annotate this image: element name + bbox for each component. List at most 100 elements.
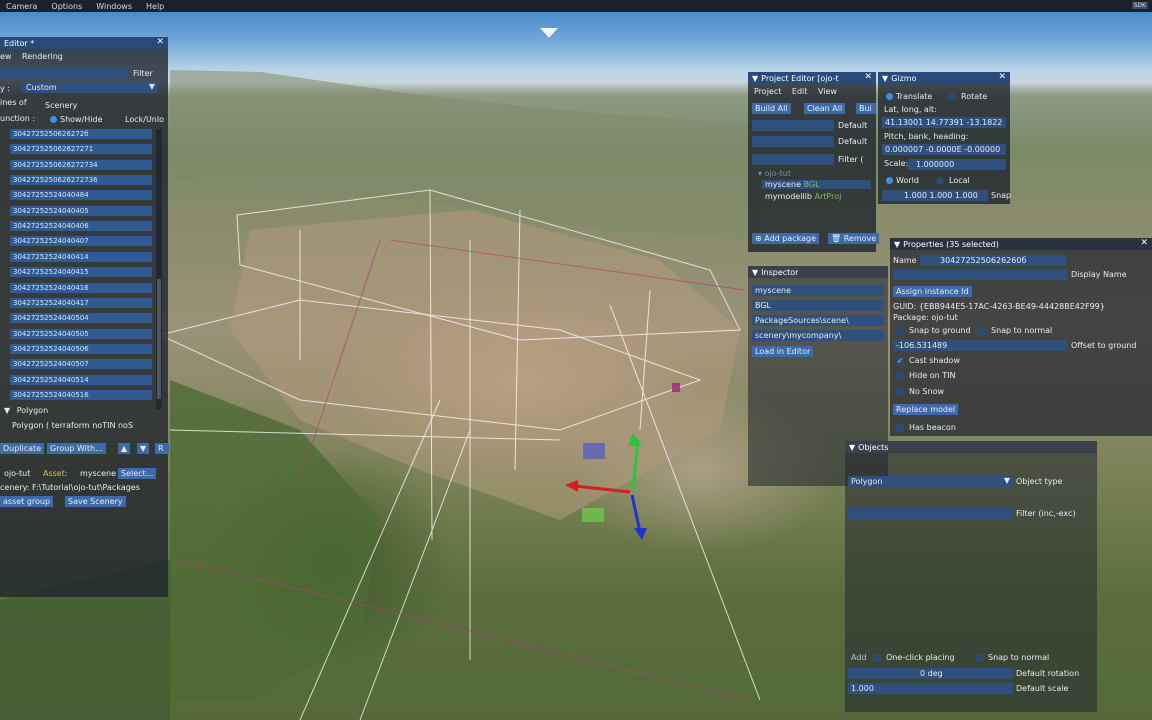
one-click-placing-checkbox[interactable]: One-click placing bbox=[873, 653, 955, 662]
lock-unlock-toggle[interactable]: Lock/Unlo bbox=[125, 115, 164, 124]
group-with-button[interactable]: Group With... bbox=[47, 443, 106, 454]
asset-group-button[interactable]: asset group bbox=[0, 496, 54, 507]
list-item[interactable]: 30427252524040504 bbox=[10, 313, 152, 324]
snap-values-field[interactable]: 1.000 1.000 1.000 bbox=[882, 190, 988, 201]
scenery-editor-titlebar[interactable]: Editor * ✕ bbox=[0, 37, 168, 49]
replace-model-button[interactable]: Replace model bbox=[893, 404, 959, 415]
show-hide-toggle[interactable]: Show/Hide bbox=[50, 115, 103, 124]
close-icon[interactable]: ✕ bbox=[1140, 238, 1148, 248]
project-editor-collapse-icon[interactable]: ▼ bbox=[752, 74, 758, 83]
list-item[interactable]: 30427252524040405 bbox=[10, 205, 152, 216]
snap-to-ground-checkbox[interactable]: Snap to ground bbox=[896, 326, 971, 335]
inspector-row-scene[interactable]: myscene bbox=[752, 285, 884, 296]
rotate-radio[interactable]: Rotate bbox=[948, 92, 987, 101]
list-item[interactable]: 30427252524040484 bbox=[10, 190, 152, 201]
gizmo-titlebar[interactable]: ▼ Gizmo ✕ bbox=[878, 72, 1010, 84]
inspector-row-source[interactable]: PackageSources\scene\ bbox=[752, 315, 884, 326]
list-item[interactable]: 30427252524040507 bbox=[10, 359, 152, 370]
close-icon[interactable]: ✕ bbox=[998, 72, 1006, 82]
build-button[interactable]: Bui bbox=[856, 103, 876, 114]
list-item[interactable]: 30427252524040416 bbox=[10, 282, 152, 293]
move-up-button[interactable]: ▲ bbox=[118, 443, 131, 454]
menu-windows[interactable]: Windows bbox=[96, 2, 132, 11]
default-rotation-field[interactable]: 0 deg bbox=[848, 668, 1013, 679]
clean-all-button[interactable]: Clean All bbox=[804, 103, 846, 114]
hide-on-tin-checkbox[interactable]: Hide on TIN bbox=[896, 371, 956, 380]
object-filter-input[interactable] bbox=[848, 508, 1013, 519]
load-in-editor-button[interactable]: Load in Editor bbox=[752, 346, 814, 357]
menu-rendering[interactable]: Rendering bbox=[22, 52, 63, 61]
list-item[interactable]: 30427252524040417 bbox=[10, 297, 152, 308]
snap-to-normal-checkbox[interactable]: Snap to normal bbox=[978, 326, 1052, 335]
default-field-2[interactable] bbox=[752, 136, 834, 147]
menu-help[interactable]: Help bbox=[146, 2, 164, 11]
remove-package-button[interactable]: 🗑 Remove bbox=[828, 233, 880, 244]
assign-instance-id-button[interactable]: Assign instance Id bbox=[893, 286, 972, 297]
list-item[interactable]: 3042725250626272736 bbox=[10, 175, 152, 186]
select-asset-button[interactable]: Select... bbox=[118, 468, 157, 479]
category-select[interactable]: Custom ▼ bbox=[22, 82, 158, 93]
local-radio[interactable]: Local bbox=[936, 176, 970, 185]
default-field-1[interactable] bbox=[752, 120, 834, 131]
no-snow-checkbox[interactable]: No Snow bbox=[896, 387, 944, 396]
world-radio[interactable]: World bbox=[886, 176, 919, 185]
inspector-titlebar[interactable]: ▼ Inspector bbox=[748, 266, 888, 278]
translate-radio[interactable]: Translate bbox=[886, 92, 932, 101]
snap-to-normal-checkbox[interactable]: Snap to normal bbox=[975, 653, 1049, 662]
tree-root-ojo-tut[interactable]: ▾ ojo-tut bbox=[758, 169, 791, 178]
list-item[interactable]: 30427252524040414 bbox=[10, 251, 152, 262]
inspector-row-output[interactable]: scenery\mycompany\ bbox=[752, 330, 884, 341]
filter-input[interactable] bbox=[0, 68, 128, 78]
add-package-button[interactable]: ⊕ Add package bbox=[752, 233, 820, 244]
menu-edit[interactable]: Edit bbox=[792, 87, 808, 96]
tree-item-myscene[interactable]: myscene BGL bbox=[762, 180, 871, 189]
list-scrollbar[interactable] bbox=[156, 129, 162, 409]
duplicate-button[interactable]: Duplicate bbox=[0, 443, 45, 454]
latlon-field[interactable]: 41.13001 14.77391 -13.1822 bbox=[882, 117, 1006, 128]
move-down-button[interactable]: ▼ bbox=[137, 443, 150, 454]
close-icon[interactable]: ✕ bbox=[156, 37, 164, 47]
close-icon[interactable]: ✕ bbox=[864, 72, 872, 82]
display-name-field[interactable] bbox=[893, 269, 1067, 280]
properties-collapse-icon[interactable]: ▼ bbox=[894, 240, 900, 249]
list-item[interactable]: 30427252524040514 bbox=[10, 374, 152, 385]
menu-project[interactable]: Project bbox=[754, 87, 781, 96]
list-item[interactable]: 304272525062627271 bbox=[10, 144, 152, 155]
project-editor-titlebar[interactable]: ▼ Project Editor [ojo-t ✕ bbox=[748, 72, 876, 84]
sdk-tag[interactable]: SDK bbox=[1131, 2, 1148, 9]
tree-item-mymodellib[interactable]: mymodellib ArtProj bbox=[765, 192, 841, 201]
list-item[interactable]: 3042725250626272б bbox=[10, 129, 152, 139]
list-item[interactable]: 30427252524040505 bbox=[10, 328, 152, 339]
list-item[interactable]: 30427252524040506 bbox=[10, 343, 152, 354]
menu-view[interactable]: View bbox=[818, 87, 837, 96]
gizmo-collapse-icon[interactable]: ▼ bbox=[882, 74, 888, 83]
has-beacon-checkbox[interactable]: Has beacon bbox=[896, 423, 956, 432]
object-type-select[interactable]: Polygon ▼ bbox=[848, 476, 1013, 487]
menu-view[interactable]: ew bbox=[0, 52, 11, 61]
polygon-group-header[interactable]: ▼ Polygon bbox=[4, 406, 48, 415]
offset-field[interactable]: -106.531489 bbox=[893, 340, 1067, 351]
project-filter-input[interactable] bbox=[752, 154, 834, 165]
list-item[interactable]: 30427252524040516 bbox=[10, 389, 152, 400]
cast-shadow-checkbox[interactable]: ✓ Cast shadow bbox=[896, 356, 960, 365]
objects-collapse-icon[interactable]: ▼ bbox=[849, 443, 855, 452]
list-item[interactable]: 30427252524040407 bbox=[10, 236, 152, 247]
properties-titlebar[interactable]: ▼ Properties (35 selected) ✕ bbox=[890, 238, 1152, 250]
pbh-field[interactable]: 0.000007 -0.0000E -0.00000 bbox=[882, 144, 1006, 155]
polygon-list-item[interactable]: Polygon ( terraform noTIN noS bbox=[12, 421, 154, 430]
remove-button[interactable]: R bbox=[155, 443, 169, 454]
scale-field[interactable]: 1.000000 bbox=[908, 159, 1006, 170]
list-item[interactable]: 3042725250626272734 bbox=[10, 159, 152, 170]
name-field[interactable]: 3042725250626260б bbox=[920, 255, 1066, 266]
menu-camera[interactable]: Camera bbox=[6, 2, 37, 11]
save-scenery-button[interactable]: Save Scenery bbox=[65, 496, 126, 507]
add-object-button[interactable]: Add bbox=[851, 653, 867, 662]
list-item[interactable]: 30427252524040415 bbox=[10, 267, 152, 278]
objects-titlebar[interactable]: ▼ Objects bbox=[845, 441, 1097, 453]
build-all-button[interactable]: Build All bbox=[752, 103, 791, 114]
list-item[interactable]: 30427252524040406 bbox=[10, 221, 152, 232]
inspector-collapse-icon[interactable]: ▼ bbox=[752, 268, 758, 277]
inspector-row-type[interactable]: BGL bbox=[752, 300, 884, 311]
menu-options[interactable]: Options bbox=[51, 2, 82, 11]
default-scale-field[interactable]: 1.000 bbox=[848, 683, 1013, 694]
